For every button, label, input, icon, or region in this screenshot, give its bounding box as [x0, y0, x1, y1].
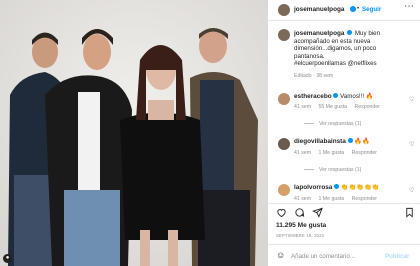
comment-1-view-replies[interactable]: Ver respuestas (1) [304, 167, 361, 173]
post-comment-button[interactable]: Publicar [385, 253, 409, 260]
comment-1-heart-icon[interactable]: ♡ [409, 141, 414, 148]
caption-line-1: acompañado en esta nueva [294, 37, 371, 45]
caption-line-2: dimensión...digamos, un poco [294, 45, 377, 53]
comment-avatar[interactable] [278, 184, 290, 196]
reply-line [304, 169, 314, 171]
caption: josemanuelpoga Muy bien acompañado en es… [294, 30, 418, 68]
comment-2: lapolvorrosa 👏👏👏👏👏 [294, 184, 379, 192]
group-photo [0, 0, 268, 266]
comment-0-text: Vamos!!! 🔥 [340, 93, 374, 100]
reply-line [304, 123, 314, 125]
more-icon[interactable]: ⋯ [404, 2, 414, 12]
comment-2-time: 41 sem [294, 196, 312, 202]
caption-edited: Editado · 38 sem [294, 73, 334, 79]
dot-separator: • [357, 6, 360, 12]
comment-box-divider [268, 244, 420, 245]
comment-1-time: 41 sem [294, 150, 312, 156]
comment-avatar[interactable] [278, 93, 290, 105]
share-icon[interactable] [312, 207, 323, 218]
comment-input[interactable]: Añade un comentario... [291, 253, 355, 260]
comment-1-meta: 41 sem 1 Me gusta Responder [294, 150, 377, 156]
comment-avatar[interactable] [278, 138, 290, 150]
profile-tag-icon[interactable]: ● [3, 254, 12, 263]
comment-0-user[interactable]: estheracebo [294, 93, 332, 100]
comment-0-time: 41 sem [294, 104, 312, 110]
post-photo[interactable]: ● [0, 0, 268, 266]
comment-2-verified-icon [334, 184, 340, 189]
heart-icon[interactable] [276, 207, 287, 218]
comment-2-reply[interactable]: Responder [352, 196, 377, 202]
comment-1-likes[interactable]: 1 Me gusta [318, 150, 344, 156]
comment-0: estheracebo Vamos!!! 🔥 [294, 93, 374, 101]
comment-0-verified-icon [333, 93, 339, 98]
comment-icon[interactable] [294, 207, 305, 218]
header-divider [268, 20, 420, 21]
comment-0-heart-icon[interactable]: ♡ [409, 96, 414, 103]
comment-1-user[interactable]: diegovillabainsta [294, 138, 346, 145]
follow-button[interactable]: Seguir [362, 6, 381, 13]
comment-2-text: 👏👏👏👏👏 [340, 184, 380, 191]
caption-line-3: pantanosa. [294, 52, 325, 60]
author-username[interactable]: josemanuelpoga [294, 6, 344, 13]
bookmark-icon[interactable] [404, 207, 415, 218]
caption-username[interactable]: josemanuelpoga [294, 30, 344, 37]
comment-1-verified-icon [347, 138, 353, 143]
caption-verified-icon [347, 30, 353, 35]
comment-2-meta: 41 sem 1 Me gusta Responder [294, 196, 377, 202]
caption-line-4: #elcuerpoenllamas @netflixes [294, 60, 377, 68]
comment-0-reply[interactable]: Responder [354, 104, 379, 110]
comment-2-heart-icon[interactable]: ♡ [409, 187, 414, 194]
comment-1-reply[interactable]: Responder [352, 150, 377, 156]
actions-divider [268, 203, 420, 204]
avatar[interactable] [278, 4, 290, 16]
comment-2-likes[interactable]: 1 Me gusta [318, 196, 344, 202]
likes-count[interactable]: 11.295 Me gusta [276, 222, 326, 229]
comment-0-meta: 41 sem 55 Me gusta Responder [294, 104, 380, 110]
comment-0-likes[interactable]: 55 Me gusta [318, 104, 347, 110]
comment-1: diegovillabainsta 🔥🔥 [294, 138, 370, 146]
emoji-icon[interactable]: ☺ [276, 250, 285, 260]
comment-0-view-replies[interactable]: Ver respuestas (1) [304, 121, 361, 127]
caption-line-0: Muy bien [354, 30, 381, 37]
comment-1-text: 🔥🔥 [354, 138, 370, 145]
caption-avatar[interactable] [278, 29, 290, 41]
post-date: SEPTIEMBRE 19, 2022 [276, 233, 325, 238]
verified-icon [350, 5, 356, 12]
comment-2-user[interactable]: lapolvorrosa [294, 184, 332, 191]
